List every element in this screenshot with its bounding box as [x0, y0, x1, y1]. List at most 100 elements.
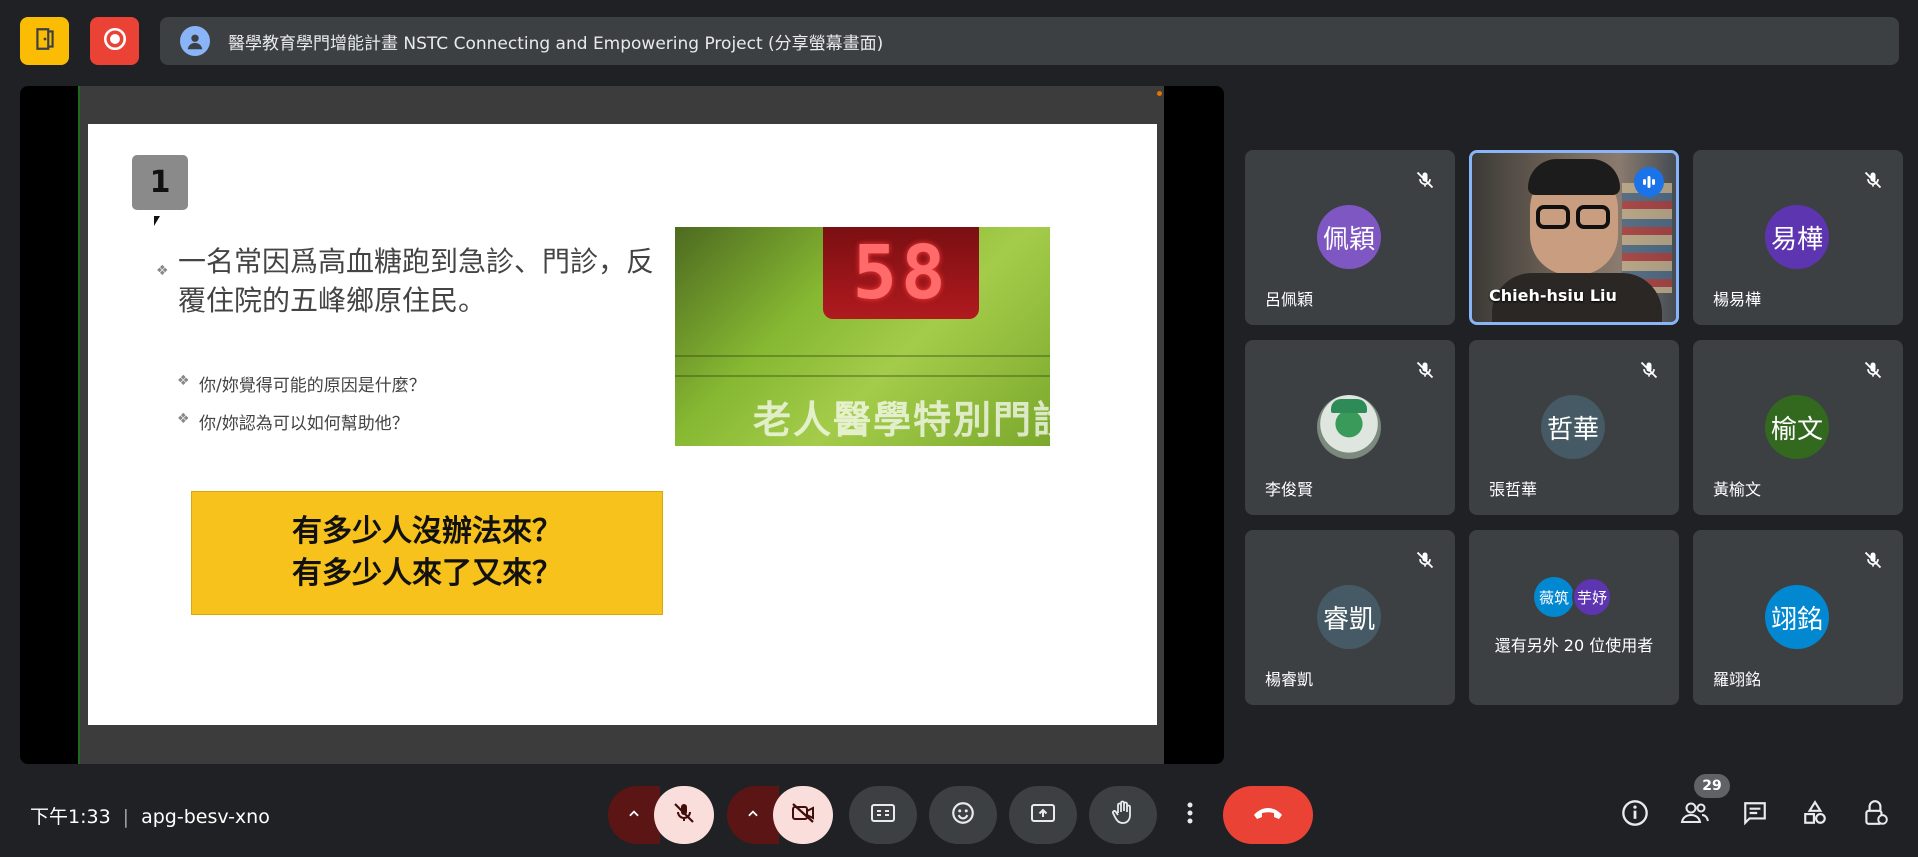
participant-name: 羅翊銘	[1713, 670, 1762, 689]
bullet-sub1-text: 你/妳覺得可能的原因是什麼？	[199, 376, 426, 396]
people-icon	[1680, 800, 1710, 830]
speaking-indicator-icon	[1634, 167, 1664, 197]
chat-button[interactable]	[1740, 800, 1770, 830]
chevron-up-icon	[627, 806, 641, 825]
participant-name: 楊睿凱	[1265, 670, 1314, 689]
mic-off-icon	[1863, 550, 1883, 570]
mic-off-icon	[1415, 360, 1435, 380]
mic-toggle-button[interactable]	[654, 786, 714, 844]
camera-off-icon	[790, 801, 816, 829]
mic-off-icon	[1863, 360, 1883, 380]
more-options-button[interactable]	[1169, 786, 1211, 844]
chevron-up-icon	[746, 806, 760, 825]
slide-bullet-sub1: ❖ 你/妳覺得可能的原因是什麼？	[177, 371, 426, 396]
emoji-icon	[950, 800, 976, 830]
clinic-photo: 58 老人醫學特別門診	[675, 227, 1050, 446]
participant-name: 李俊賢	[1265, 480, 1314, 499]
host-controls-button[interactable]	[1860, 800, 1890, 830]
avatar: 榆文	[1765, 395, 1829, 459]
mic-off-icon	[672, 801, 696, 829]
activities-panel-button[interactable]	[1800, 800, 1830, 830]
participant-tile[interactable]: 榆文 黃榆文	[1693, 340, 1903, 515]
info-icon	[1621, 799, 1649, 831]
slide: 1 ❖ 一名常因爲高血糖跑到急診、門診，反覆住院的五峰鄉原住民。 ❖ 你/妳覺得…	[88, 124, 1157, 725]
people-button[interactable]	[1680, 800, 1710, 830]
present-button[interactable]	[1009, 786, 1077, 844]
mic-off-icon	[1415, 170, 1435, 190]
participant-tile[interactable]: 易樺 楊易樺	[1693, 150, 1903, 325]
more-participants-label: 還有另外 20 位使用者	[1494, 636, 1654, 655]
presenter-banner: 醫學教育學門增能計畫 NSTC Connecting and Empowerin…	[160, 17, 1899, 65]
callout-line-2: 有多少人來了又來？	[292, 556, 562, 591]
presentation-stage[interactable]: 1 ❖ 一名常因爲高血糖跑到急診、門診，反覆住院的五峰鄉原住民。 ❖ 你/妳覺得…	[20, 86, 1224, 764]
glasses-right	[1576, 205, 1610, 229]
mic-off-icon	[1639, 360, 1659, 380]
person-icon	[180, 26, 210, 56]
participant-tile[interactable]: 翊銘 羅翊銘	[1693, 530, 1903, 705]
avatar: 易樺	[1765, 205, 1829, 269]
avatar: 芋妤	[1572, 577, 1612, 617]
chat-icon	[1742, 800, 1768, 830]
participant-tile[interactable]: 李俊賢	[1245, 340, 1455, 515]
recording-button[interactable]	[90, 17, 139, 65]
present-screen-icon	[1030, 801, 1056, 829]
bullet-diamond-icon: ❖	[177, 411, 190, 427]
callout-box: 有多少人沒辦法來？ 有多少人來了又來？	[191, 491, 663, 615]
camera-toggle-button[interactable]	[773, 786, 833, 844]
lock-person-icon	[1862, 799, 1888, 831]
avatar: 佩穎	[1317, 205, 1381, 269]
glasses-left	[1536, 205, 1570, 229]
mouse-cursor-icon	[154, 216, 160, 226]
more-participants-tile[interactable]: 薇筑 芋妤 還有另外 20 位使用者	[1469, 530, 1679, 705]
mic-control[interactable]	[608, 786, 714, 844]
participant-name: 楊易樺	[1713, 290, 1762, 309]
participant-name: Chieh-hsiu Liu	[1489, 286, 1617, 305]
participant-tile[interactable]: 睿凱 楊睿凱	[1245, 530, 1455, 705]
avatar: 薇筑	[1534, 577, 1574, 617]
separator: |	[122, 806, 130, 828]
avatar: 睿凱	[1317, 585, 1381, 649]
hair	[1528, 159, 1620, 195]
participant-name: 呂佩穎	[1265, 290, 1314, 309]
avatar-photo	[1317, 395, 1381, 459]
meeting-code[interactable]: apg-besv-xno	[141, 806, 270, 828]
photo-sign: 老人醫學特別門診	[753, 397, 1050, 442]
banner-title: 醫學教育學門增能計畫 NSTC Connecting and Empowerin…	[228, 33, 884, 54]
more-vert-icon	[1187, 801, 1193, 829]
record-icon	[102, 26, 128, 56]
camera-options-button[interactable]	[727, 786, 779, 844]
meeting-time: 下午1:33	[30, 806, 111, 828]
led-display: 58	[823, 227, 979, 319]
participant-tile[interactable]: 佩穎 呂佩穎	[1245, 150, 1455, 325]
meeting-info: 下午1:33 | apg-besv-xno	[30, 802, 270, 829]
participant-count-badge: 29	[1694, 774, 1730, 798]
participant-tile-active-speaker[interactable]: Chieh-hsiu Liu	[1469, 150, 1679, 325]
captions-button[interactable]	[849, 786, 917, 844]
photo-line	[675, 355, 1050, 357]
meeting-details-button[interactable]	[1620, 800, 1650, 830]
visor	[1331, 399, 1367, 413]
photo-line	[675, 375, 1050, 377]
activities-button[interactable]	[20, 17, 69, 65]
mic-off-icon	[1415, 550, 1435, 570]
reactions-button[interactable]	[929, 786, 997, 844]
closed-captions-icon	[870, 802, 896, 828]
bullet-main-text: 一名常因爲高血糖跑到急診、門診，反覆住院的五峰鄉原住民。	[178, 245, 655, 317]
slide-bullet-main: ❖ 一名常因爲高血糖跑到急診、門診，反覆住院的五峰鄉原住民。	[156, 242, 668, 320]
screen-edge	[78, 86, 80, 764]
participant-tile[interactable]: 哲華 張哲華	[1469, 340, 1679, 515]
raise-hand-button[interactable]	[1089, 786, 1157, 844]
bullet-diamond-icon: ❖	[156, 263, 169, 279]
bullet-diamond-icon: ❖	[177, 373, 190, 389]
door-exit-icon	[32, 26, 58, 56]
slide-bullet-sub2: ❖ 你/妳認為可以如何幫助他？	[177, 409, 409, 434]
mic-off-icon	[1863, 170, 1883, 190]
bullet-sub2-text: 你/妳認為可以如何幫助他？	[199, 414, 409, 434]
callout-line-1: 有多少人沒辦法來？	[292, 514, 562, 549]
camera-control[interactable]	[727, 786, 833, 844]
participant-name: 黃榆文	[1713, 480, 1762, 499]
status-dot	[1157, 91, 1162, 96]
leave-call-button[interactable]	[1223, 786, 1313, 844]
mic-options-button[interactable]	[608, 786, 660, 844]
shapes-icon	[1802, 800, 1828, 830]
